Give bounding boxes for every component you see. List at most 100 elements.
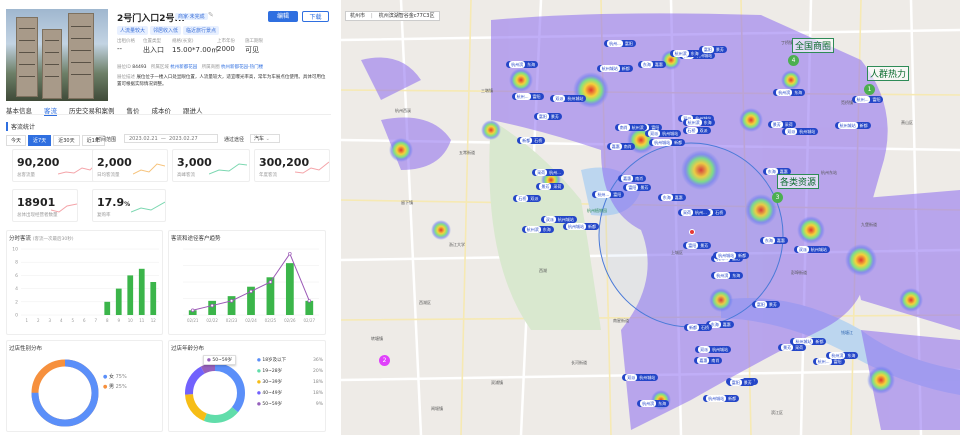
heatmap-map[interactable]: 杭州市|杭州滨湖智谷金c77C3区 双派杭州城站杭州...富阳杭州滨东海杭州城站… (341, 0, 960, 435)
resource-marker[interactable]: 双派杭州城站 (550, 94, 587, 102)
resource-marker[interactable]: 杭州城站 新都 (649, 139, 686, 147)
resource-marker[interactable]: 嘉惠 南肖 (618, 175, 647, 183)
resource-marker[interactable]: 嘉惠 南肖 (694, 357, 723, 365)
resource-marker[interactable]: 富阳 景芳 (751, 301, 780, 309)
period-7d[interactable]: 近7天 (28, 135, 52, 146)
cluster-marker[interactable]: 4 (788, 55, 799, 66)
label-resources[interactable]: 各类资源 (777, 174, 820, 189)
cluster-marker[interactable]: 1 (864, 84, 875, 95)
resource-marker[interactable]: 双派杭州城站 (793, 246, 830, 254)
cluster-marker[interactable]: 3 (772, 192, 783, 203)
chevron-down-icon: ⌄ (265, 136, 270, 142)
resource-marker[interactable]: 杭州滨 东海 (637, 399, 670, 407)
x-tick-label: 02/26 (284, 318, 296, 323)
y-tick-label: 4 (15, 286, 18, 292)
resource-marker[interactable]: 富阳 景芳 (726, 378, 755, 386)
resource-marker[interactable]: 杭州滨 东海 (773, 89, 806, 97)
tab-traffic[interactable]: 客流 (44, 105, 57, 116)
y-tick-label: 10 (12, 247, 18, 253)
tag-list: 人流量较大 邻居收入低 临近旅行景点 (117, 26, 221, 35)
legend-item: ● 18岁及以下 36% (257, 358, 323, 363)
resource-marker[interactable]: 景芳 采荷 (778, 344, 807, 352)
building-photo (6, 9, 108, 101)
gender-donut (31, 359, 99, 427)
center-pin-icon[interactable] (689, 229, 695, 235)
date-range-picker[interactable]: 2023.02.21 — 2023.02.27 (124, 134, 218, 143)
tab-price[interactable]: 售价 (127, 105, 140, 115)
resource-marker[interactable]: 杭州城站 新都 (596, 65, 633, 73)
tab-follower[interactable]: 跟进人 (183, 105, 203, 115)
resource-marker[interactable]: 杭州滨 东海 (711, 271, 744, 279)
x-tick-label: 8 (106, 318, 109, 323)
place-label: 九堡街道 (861, 222, 877, 227)
resource-marker[interactable]: 杭州滨 东海 (506, 61, 539, 69)
resource-marker[interactable]: 杭州城站 新都 (834, 121, 871, 129)
resource-marker[interactable]: 双派杭州城站 (622, 374, 659, 382)
place-label: 五常街道 (459, 150, 475, 155)
map-search-bar[interactable]: 杭州市 | 杭州滨湖智谷金c77C3区 (345, 11, 440, 21)
resource-marker[interactable]: 景芳 采荷 (536, 183, 565, 191)
resource-marker[interactable]: 采荷 杭州... (678, 208, 710, 216)
tab-history[interactable]: 历史交易和案例 (69, 105, 115, 115)
resource-marker[interactable]: 嘉惠 南肖 (606, 143, 635, 151)
resource-marker[interactable]: 南肖 杭州滨 (614, 123, 647, 131)
search-input[interactable]: 杭州滨湖智谷金c77C3区 (379, 12, 435, 20)
mode-select[interactable]: 汽车 ⌄ (250, 134, 280, 143)
place-label: 转塘镇 (371, 336, 383, 341)
resource-marker[interactable]: 双派杭州城站 (782, 127, 819, 135)
resource-marker[interactable]: 东海 嘉惠 (657, 194, 686, 202)
label-crowd-heat[interactable]: 人群热力 (867, 66, 910, 81)
cluster-marker[interactable]: 2 (379, 355, 390, 366)
resource-marker[interactable]: 杭州...富阳 (604, 39, 636, 47)
resource-marker[interactable]: 双派杭州城站 (695, 345, 732, 353)
tab-cost[interactable]: 成本价 (152, 105, 172, 115)
panel-title: 分时客流 (9, 236, 32, 242)
resource-marker[interactable]: 杭州...富阳 (812, 358, 845, 366)
place-label: 南星街道 (613, 318, 629, 323)
place-label: 闻堰镇 (431, 406, 443, 411)
resource-marker[interactable]: 新都石桥 (684, 323, 713, 331)
label-national-business[interactable]: 全国商圈 (792, 38, 835, 53)
resource-marker[interactable]: 石桥 双派 (513, 194, 542, 202)
resource-marker[interactable]: 杭州滨 东海 (682, 119, 715, 127)
resource-marker[interactable]: 杭州滨 东海 (521, 225, 554, 233)
period-today[interactable]: 今天 (6, 135, 27, 146)
x-tick-label: 5 (71, 318, 74, 323)
resource-marker[interactable]: 双派杭州城站 (645, 129, 682, 137)
stat-card: 17.9% 复购率 (92, 189, 166, 222)
status-badge: 商家·未完成 (175, 13, 208, 20)
resource-marker[interactable]: 杭州...富阳 (511, 93, 544, 101)
resource-marker[interactable]: 富阳 景芳 (623, 184, 652, 192)
period-30d[interactable]: 近30天 (53, 135, 80, 146)
resource-marker[interactable]: 杭州城站 新都 (703, 394, 740, 402)
x-tick-label: 7 (94, 318, 97, 323)
resource-marker[interactable]: 杭州滨 东海 (669, 50, 702, 58)
line-point (249, 289, 253, 294)
edit-button[interactable]: 编辑 (268, 11, 298, 22)
download-button[interactable]: 下载 (302, 11, 329, 22)
resource-marker[interactable]: 杭州...富阳 (592, 191, 625, 198)
resource-marker[interactable]: 富阳 景芳 (533, 113, 562, 120)
gender-panel: 过店性别分布 ● 女 75% ● 男 25% (6, 340, 163, 432)
resource-marker[interactable]: 石桥 双派 (682, 126, 711, 134)
place-label: 长河街道 (571, 360, 587, 365)
mode-label: 通过途径 (224, 137, 245, 143)
resource-marker[interactable]: 杭州城站 新都 (563, 223, 600, 231)
resource-marker[interactable]: 富阳 景芳 (698, 46, 727, 54)
resource-marker[interactable]: 东海 嘉惠 (759, 236, 788, 244)
legend-item: ● 50~59岁 9% (257, 402, 323, 407)
tag: 人流量较大 (117, 26, 149, 35)
city-select[interactable]: 杭州市 (350, 12, 365, 20)
resource-marker[interactable]: 杭州...富阳 (851, 95, 884, 103)
resource-marker[interactable]: 采荷 杭州... (532, 169, 564, 177)
age-donut (185, 363, 245, 423)
resource-marker[interactable]: 杭州滨 东海 (826, 351, 859, 359)
resource-marker[interactable]: 富阳 景芳 (683, 241, 712, 249)
resource-marker[interactable]: 东海 嘉惠 (637, 61, 666, 69)
edit-pencil-icon[interactable]: ✎ (208, 11, 214, 19)
resource-marker[interactable]: 杭州城站 新都 (713, 251, 750, 259)
y-tick-label: 6 (15, 273, 18, 279)
resource-marker[interactable]: 新都石桥 (517, 136, 546, 144)
tab-basic[interactable]: 基本信息 (6, 105, 32, 115)
bar (305, 300, 314, 315)
